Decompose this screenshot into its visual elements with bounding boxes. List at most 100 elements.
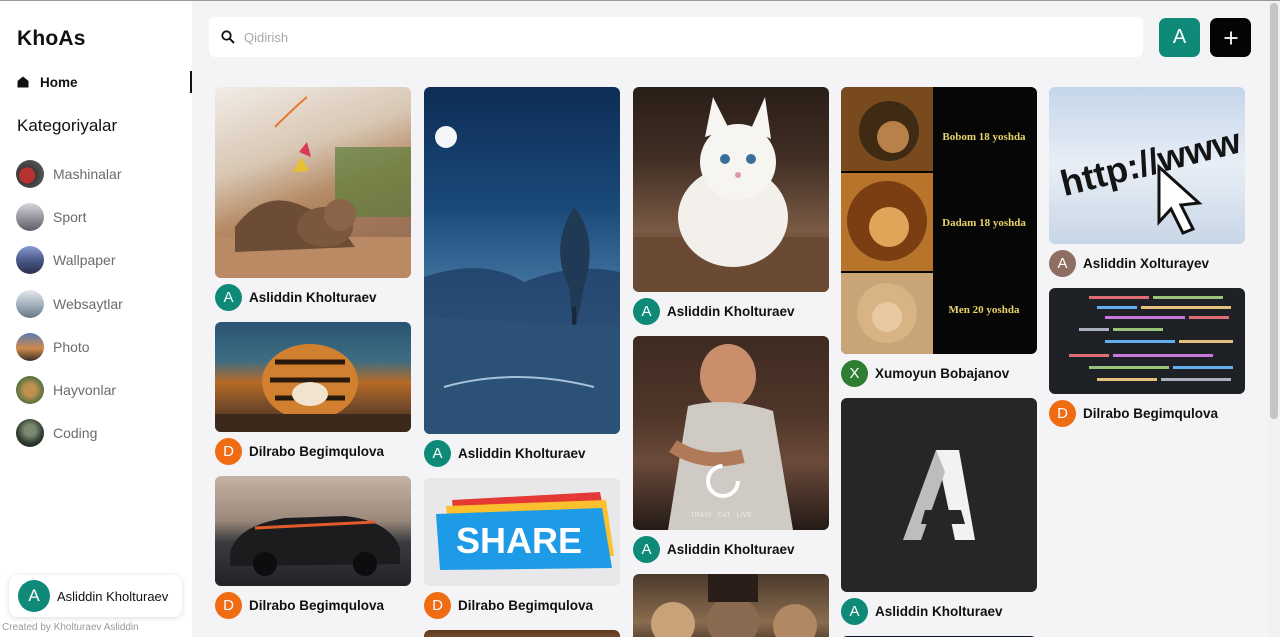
- lion-caption-1: Bobom 18 yoshda: [942, 131, 1026, 143]
- category-item-mashinalar[interactable]: Mashinalar: [16, 152, 123, 195]
- warriors-illustration: [651, 574, 817, 637]
- avatar: D: [215, 437, 242, 465]
- author-name: Dilrabo Begimqulova: [249, 597, 385, 613]
- feed-column: http://www A Asliddin Xolturayev D Dilra…: [1049, 87, 1245, 438]
- author-name: Asliddin Kholturaev: [875, 603, 1003, 619]
- author-name: Dilrabo Begimqulova: [1083, 405, 1219, 421]
- pin-author[interactable]: A Asliddin Kholturaev: [215, 280, 411, 314]
- category-label: Sport: [53, 208, 87, 225]
- author-name: Dilrabo Begimqulova: [249, 443, 385, 459]
- author-name: Asliddin Kholturaev: [667, 303, 795, 319]
- category-label: Wallpaper: [53, 252, 116, 269]
- avatar: D: [215, 591, 242, 619]
- kitten-illustration: [215, 96, 411, 278]
- night-landscape-illustration: [424, 126, 620, 434]
- pin-author[interactable]: X Xumoyun Bobajanov: [841, 356, 1037, 390]
- pin-author[interactable]: D Dilrabo Begimqulova: [1049, 396, 1245, 430]
- pin-card[interactable]: http://www A Asliddin Xolturayev: [1049, 87, 1245, 280]
- pin-author[interactable]: A Asliddin Kholturaev: [424, 436, 620, 470]
- pin-author[interactable]: A Asliddin Kholturaev: [841, 594, 1037, 628]
- lion-caption-3: Men 20 yoshda: [949, 304, 1020, 316]
- pin-card[interactable]: A Asliddin Kholturaev: [424, 87, 620, 470]
- user-avatar-button[interactable]: A: [1159, 18, 1200, 57]
- pin-card[interactable]: Bobom 18 yoshda Dadam 18 yoshda Men 20 y…: [841, 87, 1037, 390]
- pin-author[interactable]: A Asliddin Kholturaev: [633, 294, 829, 328]
- http-text: http://www: [1056, 119, 1245, 204]
- a-logo-icon: [903, 450, 975, 540]
- avatar: A: [18, 580, 50, 612]
- author-name: Asliddin Xolturayev: [1083, 255, 1210, 271]
- pin-card[interactable]: [424, 630, 620, 637]
- profile-name: Asliddin Kholturaev: [57, 588, 169, 604]
- sidebar: KhoAs Home Kategoriyalar Mashinalar Spor…: [0, 1, 192, 637]
- pin-image[interactable]: SHARE: [424, 478, 620, 586]
- pin-card[interactable]: A Asliddin Kholturaev: [633, 87, 829, 328]
- author-name: Asliddin Kholturaev: [458, 445, 586, 461]
- pin-image[interactable]: [633, 87, 829, 292]
- pin-image[interactable]: [215, 87, 411, 278]
- category-thumb: [16, 246, 44, 275]
- author-name: Xumoyun Bobajanov: [875, 365, 1010, 381]
- white-kitten-illustration: [633, 97, 829, 292]
- tiger-illustration: [215, 344, 411, 432]
- code-illustration: [1069, 296, 1233, 381]
- category-thumb: [16, 419, 44, 448]
- pin-author[interactable]: D Dilrabo Begimqulova: [215, 434, 411, 468]
- pin-image[interactable]: http://www: [1049, 87, 1245, 244]
- category-list: Mashinalar Sport Wallpaper Websaytlar Ph…: [16, 152, 123, 455]
- pin-card[interactable]: A Asliddin Kholturaev: [215, 87, 411, 314]
- category-item-sport[interactable]: Sport: [16, 195, 123, 238]
- category-thumb: [16, 159, 44, 188]
- nav-home[interactable]: Home: [17, 71, 192, 93]
- feed-column: A Asliddin Kholturaev D Dilrabo Begimqul…: [215, 87, 411, 630]
- category-label: Coding: [53, 425, 98, 442]
- pin-image[interactable]: TRAIN · EAT · LIVE: [633, 336, 829, 530]
- pin-image[interactable]: [424, 87, 620, 434]
- pin-card[interactable]: A Asliddin Kholturaev: [841, 398, 1037, 628]
- scrollbar-thumb[interactable]: [1270, 3, 1278, 419]
- pin-image[interactable]: [215, 476, 411, 586]
- category-item-websaytlar[interactable]: Websaytlar: [16, 282, 123, 325]
- http-illustration: http://www: [1056, 119, 1245, 235]
- search-bar: [209, 17, 1143, 57]
- lion-caption-2: Dadam 18 yoshda: [942, 217, 1026, 229]
- boxer-tagline: TRAIN · EAT · LIVE: [690, 512, 752, 519]
- category-label: Mashinalar: [53, 165, 122, 182]
- pin-card[interactable]: D Dilrabo Begimqulova: [215, 322, 411, 468]
- add-post-button[interactable]: [1210, 18, 1251, 57]
- category-thumb: [16, 289, 44, 318]
- pin-card[interactable]: D Dilrabo Begimqulova: [215, 476, 411, 622]
- pin-image[interactable]: [633, 574, 829, 637]
- category-item-photo[interactable]: Photo: [16, 325, 123, 368]
- pin-card[interactable]: [633, 574, 829, 637]
- pin-author[interactable]: A Asliddin Kholturaev: [633, 532, 829, 566]
- car-illustration: [230, 516, 400, 576]
- category-thumb: [16, 332, 44, 361]
- pin-card[interactable]: TRAIN · EAT · LIVE A Asliddin Kholturaev: [633, 336, 829, 566]
- pin-author[interactable]: D Dilrabo Begimqulova: [215, 588, 411, 622]
- avatar: A: [424, 439, 451, 467]
- brand-logo[interactable]: KhoAs: [17, 27, 86, 51]
- pin-image[interactable]: [841, 398, 1037, 592]
- profile-card[interactable]: A Asliddin Kholturaev: [9, 575, 182, 617]
- avatar: A: [633, 297, 660, 325]
- search-input[interactable]: [244, 29, 1124, 45]
- categories-title: Kategoriyalar: [17, 116, 118, 135]
- pin-image[interactable]: [215, 322, 411, 432]
- pin-author[interactable]: D Dilrabo Begimqulova: [424, 588, 620, 622]
- category-item-wallpaper[interactable]: Wallpaper: [16, 239, 123, 282]
- plus-icon: [1224, 31, 1237, 44]
- author-name: Asliddin Kholturaev: [667, 541, 795, 557]
- pin-author[interactable]: A Asliddin Xolturayev: [1049, 246, 1245, 280]
- share-illustration: SHARE: [436, 492, 614, 570]
- pin-image[interactable]: Bobom 18 yoshda Dadam 18 yoshda Men 20 y…: [841, 87, 1037, 354]
- pin-card[interactable]: D Dilrabo Begimqulova: [1049, 288, 1245, 430]
- category-item-hayvonlar[interactable]: Hayvonlar: [16, 368, 123, 411]
- pin-image[interactable]: [1049, 288, 1245, 394]
- pin-card[interactable]: SHARE D Dilrabo Begimqulova: [424, 478, 620, 622]
- pin-image[interactable]: [424, 630, 620, 637]
- avatar: A: [1049, 249, 1076, 277]
- category-label: Websaytlar: [53, 295, 123, 312]
- category-thumb: [16, 376, 44, 405]
- category-item-coding[interactable]: Coding: [16, 412, 123, 455]
